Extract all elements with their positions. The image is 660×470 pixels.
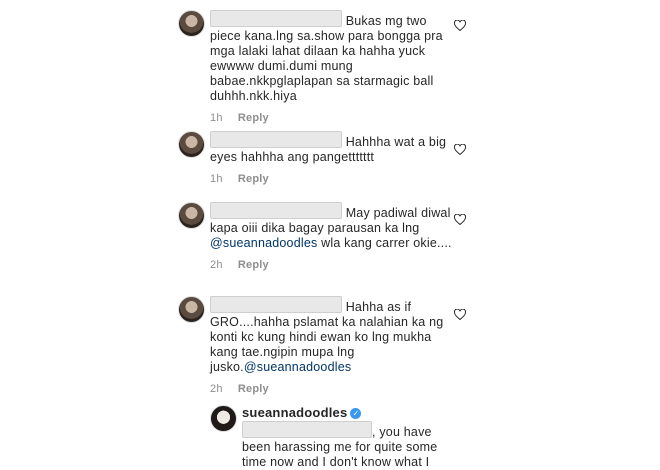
comment-time: 2h xyxy=(210,383,223,395)
comment-body: May padiwal diwal kapa oiii dika bagay p… xyxy=(210,202,455,273)
reply-button[interactable]: Reply xyxy=(238,259,269,271)
comment-username[interactable]: sueannadoodles xyxy=(242,405,347,420)
comment-text: , you have xyxy=(372,425,432,439)
redacted-username xyxy=(210,202,342,219)
comment-body: sueannadoodles ✓ , you have been harassin… xyxy=(242,405,447,470)
comment-text: Hahha as if xyxy=(345,300,412,314)
verified-badge-icon: ✓ xyxy=(350,408,362,419)
comment-text: wla kang carrer okie.... xyxy=(321,236,452,250)
comment-meta: 2h Reply xyxy=(210,258,455,273)
comment-text: May padiwal xyxy=(345,206,418,220)
avatar[interactable] xyxy=(178,296,205,323)
comment-body: Hahhha wat a big eyes hahhha ang pangett… xyxy=(210,131,455,187)
heart-outline-icon[interactable] xyxy=(454,309,466,320)
comment-body: Bukas mg two piece kana.lng sa.show para… xyxy=(210,10,455,126)
comment-meta: 1h Reply xyxy=(210,172,455,187)
avatar[interactable] xyxy=(178,202,205,229)
comment-meta: 2h Reply xyxy=(210,382,455,397)
redacted-username xyxy=(210,296,342,313)
redacted-username xyxy=(242,421,372,438)
comment-text: Hahhha wat a xyxy=(345,135,426,149)
comment-text: Bukas mg two xyxy=(345,14,427,28)
reply-button[interactable]: Reply xyxy=(238,112,269,124)
comment-text: been harassing me for quite some time no… xyxy=(242,440,438,469)
avatar[interactable] xyxy=(178,131,205,158)
comment-text: piece kana.lng sa.show para bongga pra m… xyxy=(210,29,443,103)
redacted-username xyxy=(210,10,342,27)
heart-outline-icon[interactable] xyxy=(454,144,466,155)
comment-meta: 1h Reply xyxy=(210,111,455,126)
comment-time: 1h xyxy=(210,173,223,185)
comment-time: 2h xyxy=(210,259,223,271)
redacted-username xyxy=(210,131,342,148)
mention-link[interactable]: @sueannadoodles xyxy=(210,236,317,250)
reply-button[interactable]: Reply xyxy=(238,173,269,185)
comment-body: Hahha as if GRO....hahha pslamat ka nala… xyxy=(210,296,455,397)
avatar[interactable] xyxy=(178,10,205,37)
avatar[interactable] xyxy=(210,405,237,432)
comment-time: 1h xyxy=(210,112,223,124)
heart-outline-icon[interactable] xyxy=(454,20,466,31)
reply-button[interactable]: Reply xyxy=(238,383,269,395)
heart-outline-icon[interactable] xyxy=(454,214,466,225)
mention-link[interactable]: @sueannadoodles xyxy=(244,360,351,374)
